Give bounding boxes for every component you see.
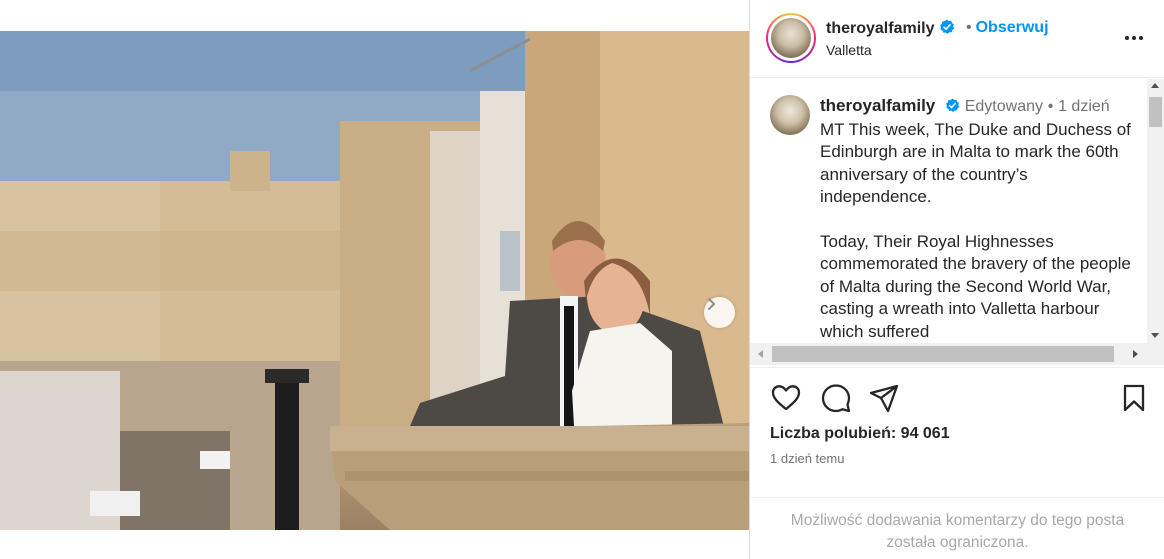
scroll-left-icon[interactable] — [758, 350, 763, 358]
scroll-right-icon[interactable] — [1133, 350, 1138, 358]
more-dot — [1139, 36, 1143, 40]
photo-illustration — [0, 31, 749, 530]
likes-count[interactable]: Liczba polubień: 94 061 — [770, 425, 950, 443]
author-username[interactable]: theroyalfamily — [826, 19, 955, 38]
caption-paragraph: Today, Their Royal Highnesses commemorat… — [820, 231, 1131, 341]
verified-badge-icon — [946, 98, 960, 112]
edited-label: Edytowany — [964, 98, 1043, 115]
post-timestamp[interactable]: 1 dzień temu — [770, 451, 844, 466]
scroll-down-icon[interactable] — [1151, 333, 1159, 338]
vertical-scrollbar[interactable] — [1147, 79, 1164, 343]
avatar-frame — [768, 15, 814, 61]
caption-scroll-area[interactable]: theroyalfamily Edytowany • 1 dzień MT Th… — [750, 79, 1164, 367]
caption-username[interactable]: theroyalfamily — [820, 96, 935, 115]
post-photo[interactable] — [0, 31, 749, 530]
scroll-up-icon[interactable] — [1151, 83, 1159, 88]
follow-button[interactable]: Obserwuj — [976, 19, 1049, 36]
paper-plane-icon[interactable] — [868, 382, 900, 414]
follow-group: • Obserwuj — [966, 19, 1049, 37]
post-details-panel: theroyalfamily • Obserwuj Valletta theroy… — [749, 0, 1164, 559]
more-horizontal-icon — [1125, 36, 1129, 40]
more-dot — [1132, 36, 1136, 40]
caption: theroyalfamily Edytowany • 1 dzień MT Th… — [820, 95, 1140, 343]
story-avatar[interactable] — [766, 13, 816, 63]
post-actions — [750, 367, 1164, 427]
caption-header: theroyalfamily Edytowany • 1 dzień — [820, 95, 1140, 119]
post-media — [0, 0, 749, 559]
bookmark-icon[interactable] — [1118, 382, 1150, 414]
verified-badge-icon — [940, 19, 955, 34]
avatar — [771, 18, 811, 58]
caption-avatar[interactable] — [770, 95, 810, 135]
horizontal-scrollbar[interactable] — [750, 343, 1164, 365]
caption-paragraph: MT This week, The Duke and Duchess of Ed… — [820, 119, 1131, 207]
separator-dot: • — [966, 19, 972, 36]
chevron-right-icon — [708, 298, 715, 310]
vertical-scroll-thumb[interactable] — [1149, 97, 1162, 127]
caption-age[interactable]: 1 dzień — [1058, 98, 1110, 115]
heart-icon[interactable] — [770, 382, 802, 414]
comment-bubble-icon[interactable] — [820, 382, 852, 414]
meta-separator: • — [1047, 98, 1054, 115]
post-header: theroyalfamily • Obserwuj Valletta — [750, 0, 1164, 78]
more-options-button[interactable] — [1122, 33, 1146, 43]
comments-limited-notice: Możliwość dodawania komentarzy do tego p… — [750, 497, 1164, 559]
author-username-text[interactable]: theroyalfamily — [826, 20, 934, 37]
next-slide-button[interactable] — [704, 297, 735, 328]
post-location[interactable]: Valletta — [826, 42, 872, 58]
horizontal-scroll-thumb[interactable] — [772, 346, 1114, 362]
